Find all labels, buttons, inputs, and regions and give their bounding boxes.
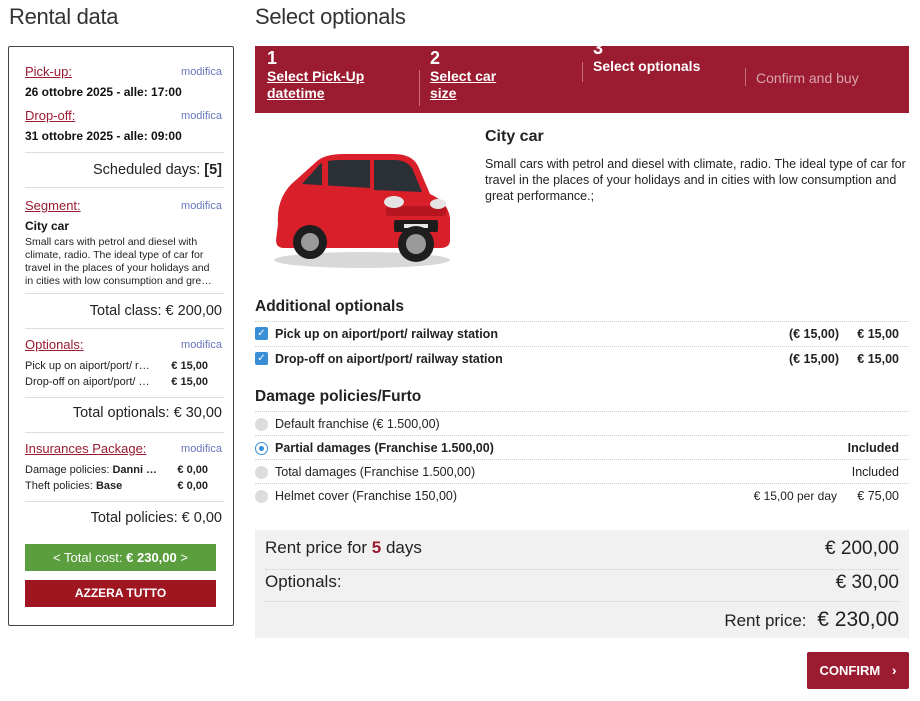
total-optionals: Total optionals: € 30,00 (72, 405, 222, 421)
rental-data-panel: Pick-up: modifica 26 ottobre 2025 - alle… (8, 46, 234, 626)
confirm-button[interactable]: CONFIRM › (807, 652, 909, 689)
optionals-total-row: Optionals: € 30,00 (265, 572, 899, 602)
damage-option-row[interactable]: Helmet cover (Franchise 150,00) € 15,00 … (255, 483, 909, 507)
dropoff-label: Drop-off: (25, 108, 76, 123)
car-title: City car (485, 128, 544, 145)
optional-name: Pick up on aiport/port/ r… (25, 360, 150, 372)
optionals-label: Optionals: (25, 337, 84, 352)
checkbox-checked-icon[interactable]: ✓ (255, 352, 268, 365)
step-confirm: Confirm and buy (756, 70, 859, 86)
insurances-section: Insurances Package: modifica Damage poli… (25, 433, 224, 502)
scheduled-days-value: [5] (204, 162, 222, 178)
chevron-right-icon: › (891, 662, 897, 678)
dates-section: Pick-up: modifica 26 ottobre 2025 - alle… (25, 47, 224, 153)
radio-icon[interactable] (255, 466, 268, 479)
page-title: Select optionals (255, 4, 406, 29)
segment-name: City car (25, 219, 70, 233)
car-description: Small cars with petrol and diesel with c… (485, 157, 906, 203)
scheduled-days-label: Scheduled days: (93, 162, 201, 178)
list-item: Pick up on aiport/port/ r… € 15,00 (25, 358, 208, 374)
modify-segment-link[interactable]: modifica (181, 200, 222, 212)
total-policies-section: Total policies: € 0,00 (25, 502, 224, 537)
price-summary: Rent price for 5 days € 200,00 Optionals… (255, 530, 909, 638)
optionals-total-value: € 30,00 (835, 572, 899, 593)
radio-selected-icon[interactable] (255, 442, 268, 455)
segment-description: Small cars with petrol and diesel with c… (25, 236, 212, 287)
pickup-label: Pick-up: (25, 64, 72, 79)
step-car-size[interactable]: 2 Select car size (430, 48, 496, 102)
total-policies: Total policies: € 0,00 (90, 510, 222, 526)
total-rent-row: Rent price: € 230,00 (724, 608, 899, 631)
damage-option-row[interactable]: Default franchise (€ 1.500,00) (255, 411, 909, 435)
radio-icon[interactable] (255, 490, 268, 503)
wizard-steps: 1 Select Pick-Up datetime 2 Select car s… (255, 38, 909, 113)
step-divider (582, 62, 583, 82)
insurance-price: € 0,00 (177, 464, 208, 476)
scheduled-days-section: Scheduled days: [5] (25, 153, 224, 188)
radio-icon[interactable] (255, 418, 268, 431)
step-pickup[interactable]: 1 Select Pick-Up datetime (267, 48, 364, 102)
segment-label: Segment: (25, 198, 81, 213)
checkbox-checked-icon[interactable]: ✓ (255, 327, 268, 340)
car-image (266, 136, 454, 274)
damage-option-row[interactable]: Total damages (Franchise 1.500,00) Inclu… (255, 459, 909, 483)
additional-optionals-heading: Additional optionals (255, 298, 404, 315)
optionals-section: Optionals: modifica Pick up on aiport/po… (25, 329, 224, 398)
damage-policies-heading: Damage policies/Furto (255, 388, 422, 405)
list-item: Damage policies: Danni … € 0,00 (25, 462, 208, 478)
modify-insurances-link[interactable]: modifica (181, 443, 222, 455)
step-optionals: 3 Select optionals (593, 38, 701, 74)
optionals-list: Pick up on aiport/port/ r… € 15,00 Drop-… (25, 358, 208, 390)
total-optionals-section: Total optionals: € 30,00 (25, 398, 224, 433)
damage-option-row[interactable]: Partial damages (Franchise 1.500,00) Inc… (255, 435, 909, 459)
optional-name: Drop-off on aiport/port/ … (25, 376, 150, 388)
segment-section: Segment: modifica City car Small cars wi… (25, 188, 224, 294)
pickup-value: 26 ottobre 2025 - alle: 17:00 (25, 85, 182, 99)
rental-data-title: Rental data (9, 4, 119, 29)
step-divider (745, 68, 746, 86)
total-cost-button[interactable]: < Total cost: € 230,00 > (25, 544, 216, 571)
modify-dropoff-link[interactable]: modifica (181, 110, 222, 122)
insurance-name: Damage policies: Danni … (25, 464, 158, 476)
insurances-list: Damage policies: Danni … € 0,00 Theft po… (25, 462, 208, 494)
insurances-label: Insurances Package: (25, 441, 147, 456)
optional-price: € 15,00 (171, 360, 208, 372)
additional-option-row[interactable]: ✓ Drop-off on aiport/port/ railway stati… (255, 346, 909, 370)
rent-price-row: Rent price for 5 days € 200,00 (265, 538, 899, 570)
additional-option-row[interactable]: ✓ Pick up on aiport/port/ railway statio… (255, 321, 909, 345)
step-divider (419, 70, 420, 106)
modify-pickup-link[interactable]: modifica (181, 66, 222, 78)
rent-price-value: € 200,00 (825, 538, 899, 559)
insurance-price: € 0,00 (177, 480, 208, 492)
dropoff-value: 31 ottobre 2025 - alle: 09:00 (25, 129, 182, 143)
total-class-section: Total class: € 200,00 (25, 294, 224, 329)
insurance-name: Theft policies: Base (25, 480, 123, 492)
optional-price: € 15,00 (171, 376, 208, 388)
list-item: Theft policies: Base € 0,00 (25, 478, 208, 494)
modify-optionals-link[interactable]: modifica (181, 339, 222, 351)
scheduled-days: Scheduled days: [5] (93, 162, 222, 178)
total-rent-value: € 230,00 (817, 608, 899, 631)
reset-button[interactable]: AZZERA TUTTO (25, 580, 216, 607)
rent-days: 5 (371, 538, 382, 557)
list-item: Drop-off on aiport/port/ … € 15,00 (25, 374, 208, 390)
total-class: Total class: € 200,00 (89, 303, 222, 319)
